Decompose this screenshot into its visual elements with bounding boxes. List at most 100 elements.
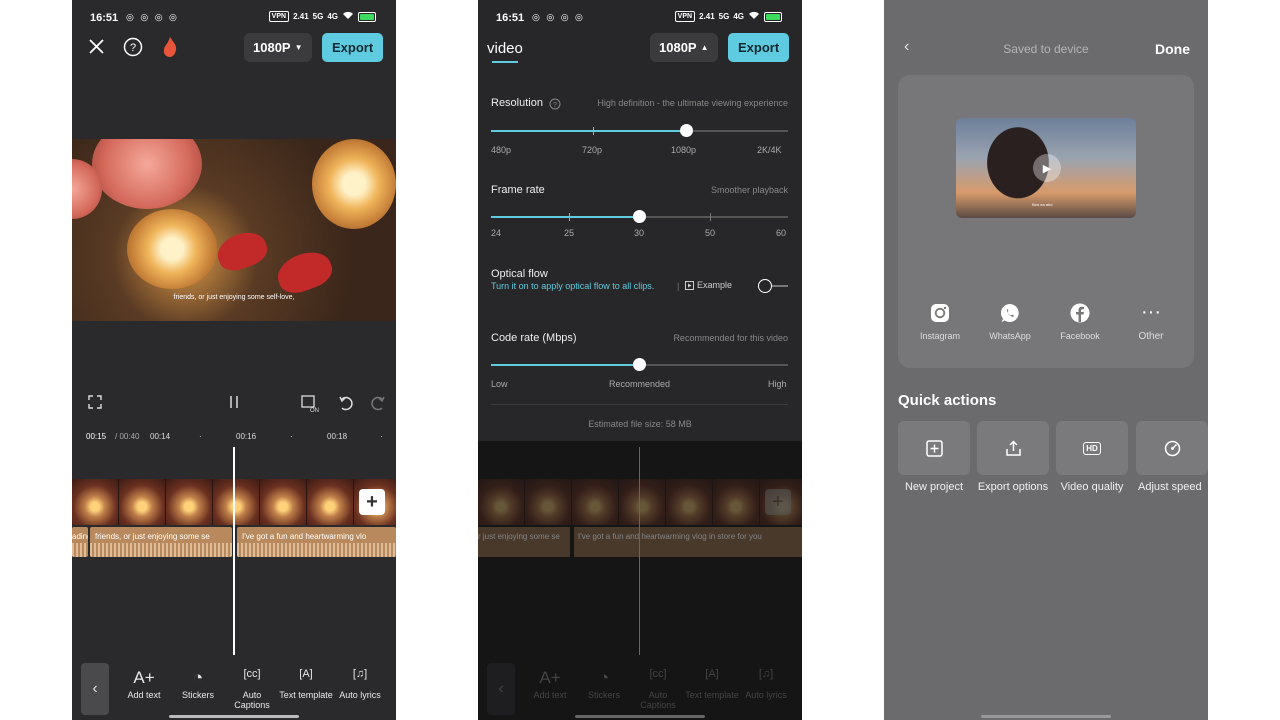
- ruler-dot: ·: [290, 432, 293, 441]
- tool-label: Text template: [279, 690, 333, 700]
- heart-shape: [212, 226, 272, 276]
- tool-auto-lyrics[interactable]: [♫] Auto lyrics: [333, 668, 387, 700]
- toggle-knob: [758, 279, 772, 293]
- flame-icon[interactable]: [161, 36, 179, 63]
- quick-action-label: Adjust speed: [1138, 481, 1202, 493]
- network-speed: 2.41: [293, 12, 309, 21]
- video-frame: [525, 479, 572, 525]
- video-thumbnail[interactable]: ▶ flow ea ahd: [956, 118, 1136, 218]
- tool-stickers: ◔ Stickers: [577, 668, 631, 700]
- info-icon[interactable]: ?: [549, 97, 561, 115]
- battery-icon: [358, 11, 376, 22]
- saved-screen: ‹ Saved to device Done ▶ flow ea ahd Ins…: [884, 0, 1208, 720]
- add-text-icon: A+: [133, 668, 155, 687]
- video-frame: [666, 479, 713, 525]
- frame-rate-option[interactable]: 30: [634, 228, 644, 238]
- playhead[interactable]: [233, 447, 235, 655]
- lyrics-icon: [♫]: [352, 668, 368, 680]
- fullscreen-icon[interactable]: [88, 395, 102, 413]
- frame-rate-option[interactable]: 60: [776, 228, 786, 238]
- share-whatsapp[interactable]: WhatsApp: [980, 303, 1040, 341]
- close-icon[interactable]: [88, 38, 105, 60]
- toolbar-back-button[interactable]: ‹: [81, 663, 109, 715]
- tool-add-text[interactable]: A+ Add text: [117, 668, 171, 700]
- status-right: VPN 2.41 5G 4G: [268, 11, 376, 22]
- ruler-dot: ·: [199, 432, 202, 441]
- ruler-dot: ·: [380, 432, 383, 441]
- share-other[interactable]: ··· Other: [1121, 301, 1181, 342]
- share-facebook[interactable]: Facebook: [1050, 303, 1110, 341]
- thumb-caption: flow ea ahd: [1032, 202, 1053, 207]
- example-link[interactable]: Example: [685, 280, 732, 290]
- rose-shape: [92, 139, 202, 209]
- tool-auto-captions: [cc] Auto Captions: [631, 668, 685, 710]
- resolution-option[interactable]: 1080p: [671, 145, 696, 155]
- quick-action-new-project[interactable]: [898, 421, 970, 475]
- example-label: Example: [697, 280, 733, 290]
- undo-icon[interactable]: [338, 395, 354, 415]
- audio-clip-label: I've got a fun and heartwarming vlo: [242, 532, 367, 541]
- ruler-mark: 00:18: [327, 432, 348, 441]
- video-frame: [619, 479, 666, 525]
- video-preview[interactable]: friends, or just enjoying some self-love…: [72, 139, 396, 321]
- add-clip-button[interactable]: +: [359, 489, 385, 515]
- tool-stickers[interactable]: ◔ Stickers: [171, 668, 225, 700]
- resolution-option[interactable]: 480p: [491, 145, 511, 155]
- share-instagram[interactable]: Instagram: [910, 303, 970, 341]
- pause-icon[interactable]: [227, 395, 241, 413]
- done-button[interactable]: Done: [1155, 41, 1190, 57]
- frame-rate-option[interactable]: 24: [491, 228, 501, 238]
- sticker-icon: ◔: [598, 668, 610, 687]
- code-rate-option[interactable]: Recommended: [609, 379, 670, 389]
- resolution-slider-knob[interactable]: [680, 124, 693, 137]
- audio-clip[interactable]: I've got a fun and heartwarming vlo: [237, 527, 396, 557]
- separator: |: [677, 281, 680, 291]
- play-icon[interactable]: ▶: [1033, 154, 1061, 182]
- signal-5g-icon: 5G: [718, 12, 730, 21]
- tab-indicator: [492, 61, 518, 63]
- export-button[interactable]: Export: [728, 33, 790, 62]
- timeline-ruler[interactable]: 00:15 / 00:40 00:14 · 00:16 · 00:18 ·: [72, 430, 396, 446]
- audio-clip[interactable]: friends, or just enjoying some se: [90, 527, 232, 557]
- audio-clip-label: r just enjoying some se: [478, 532, 560, 541]
- notification-icons: ◎ ◎ ◎ ◎: [126, 12, 179, 22]
- quick-action-video-quality[interactable]: HD: [1056, 421, 1128, 475]
- redo-icon[interactable]: [370, 395, 386, 415]
- captions-icon: [cc]: [649, 668, 667, 680]
- code-rate-option[interactable]: Low: [491, 379, 508, 389]
- frame-rate-option[interactable]: 25: [564, 228, 574, 238]
- tool-text-template[interactable]: [A] Text template: [279, 668, 333, 700]
- facebook-icon: [1050, 303, 1110, 331]
- share-label: WhatsApp: [989, 331, 1031, 341]
- wifi-icon: [342, 11, 354, 22]
- video-frame: [307, 479, 354, 525]
- frame-rate-slider-knob[interactable]: [633, 210, 646, 223]
- help-icon[interactable]: ?: [123, 37, 143, 62]
- resolution-button[interactable]: 1080P ▼: [244, 33, 312, 62]
- code-rate-label: Code rate (Mbps): [491, 332, 577, 344]
- resolution-button[interactable]: 1080P ▲: [650, 33, 718, 62]
- tab-video[interactable]: video: [487, 40, 523, 57]
- status-time: 16:51: [90, 12, 119, 24]
- code-rate-option[interactable]: High: [768, 379, 787, 389]
- frame-rate-option[interactable]: 50: [705, 228, 715, 238]
- bottom-toolbar: ‹ A+ Add text ◔ Stickers [cc] Auto Capti…: [72, 658, 396, 720]
- export-button[interactable]: Export: [322, 33, 384, 62]
- tool-auto-captions[interactable]: [cc] Auto Captions: [225, 668, 279, 710]
- quick-action-export-options[interactable]: [977, 421, 1049, 475]
- resolution-option[interactable]: 2K/4K: [757, 145, 782, 155]
- keyframe-icon[interactable]: ON: [301, 395, 321, 417]
- slider-fill: [491, 130, 687, 132]
- quick-action-label: Export options: [977, 481, 1049, 493]
- optical-flow-toggle[interactable]: [758, 279, 788, 293]
- quick-action-label: New project: [904, 481, 964, 493]
- resolution-hint: High definition - the ultimate viewing e…: [597, 98, 788, 108]
- more-icon: ···: [1141, 301, 1161, 323]
- audio-clip[interactable]: ading: [72, 527, 88, 557]
- code-rate-slider-knob[interactable]: [633, 358, 646, 371]
- resolution-option[interactable]: 720p: [582, 145, 602, 155]
- quick-action-adjust-speed[interactable]: [1136, 421, 1208, 475]
- code-rate-hint: Recommended for this video: [673, 333, 788, 343]
- dimmed-audio-clip: I've got a fun and heartwarming vlog in …: [574, 527, 802, 557]
- resolution-slider[interactable]: [491, 127, 788, 135]
